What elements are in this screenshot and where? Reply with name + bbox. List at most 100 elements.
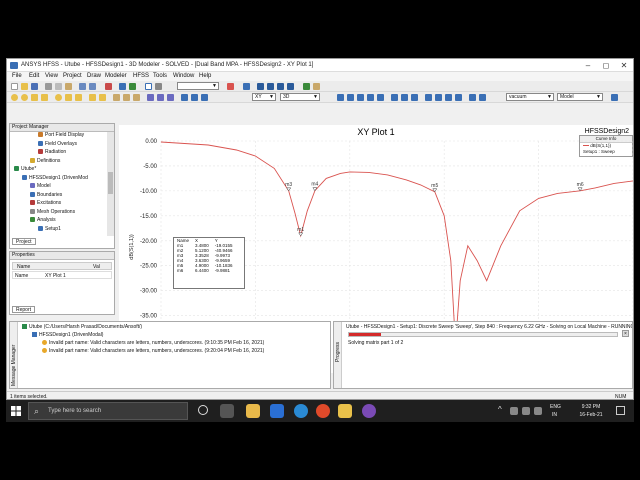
toggle-grid-icon[interactable] — [391, 94, 398, 101]
fields-icon[interactable] — [243, 83, 250, 90]
tree-item[interactable]: Definitions — [10, 158, 60, 165]
cortana-icon[interactable] — [198, 405, 208, 415]
visibility-icon[interactable] — [445, 94, 452, 101]
tree-item[interactable]: HFSSDesign1 (DrivenMod — [10, 175, 88, 182]
task-view-icon[interactable] — [220, 404, 234, 418]
tree-item[interactable]: Mesh Operations — [10, 209, 75, 216]
draw-helix-icon[interactable] — [113, 94, 120, 101]
tree-item[interactable]: Boundaries — [10, 192, 62, 199]
marker-table[interactable]: Name X Ym1 3.4800 -19.0155 m2 5.1200 -40.9466 m3… — [173, 237, 245, 289]
tab-project[interactable]: Project — [12, 238, 36, 245]
copy-icon[interactable] — [55, 83, 62, 90]
minimize-button[interactable]: – — [579, 60, 597, 71]
toolbar-dropdown-1[interactable]: ▼ — [177, 82, 219, 90]
message-item[interactable]: Invalid part name: Valid characters are … — [42, 340, 264, 346]
battery-icon[interactable] — [534, 407, 542, 415]
intersect-icon[interactable] — [167, 94, 174, 101]
marker-table-row[interactable]: m6 6.4400 -9.9881 — [174, 268, 236, 273]
sweep-icon[interactable] — [191, 94, 198, 101]
draw-cylinder-icon[interactable] — [21, 94, 28, 101]
redo-icon[interactable] — [89, 83, 96, 90]
fit-view-icon[interactable] — [367, 94, 374, 101]
ansys-taskbar-icon[interactable] — [362, 404, 376, 418]
material-icon[interactable] — [479, 94, 486, 101]
draw-line-icon[interactable] — [89, 94, 96, 101]
project-tree-scrollbar[interactable] — [107, 132, 114, 236]
menu-draw[interactable]: Draw — [87, 73, 101, 79]
tab-report[interactable]: Report — [12, 306, 36, 313]
draw-rectangle-icon[interactable] — [41, 94, 48, 101]
menu-edit[interactable]: Edit — [29, 73, 39, 79]
toolbar-extra-icon[interactable] — [611, 94, 618, 101]
draw-ellipse-icon[interactable] — [75, 94, 82, 101]
orient-icon[interactable] — [377, 94, 384, 101]
analyze-icon[interactable] — [129, 83, 136, 90]
draw-sphere-icon[interactable] — [31, 94, 38, 101]
language-indicator[interactable]: ENG — [550, 404, 561, 410]
draw-polygon-icon[interactable] — [65, 94, 72, 101]
zoom-in-icon[interactable] — [287, 83, 294, 90]
rotate-view-icon[interactable] — [337, 94, 344, 101]
new-file-icon[interactable] — [11, 83, 18, 90]
measure-icon[interactable] — [201, 94, 208, 101]
close-button[interactable]: ✕ — [615, 60, 633, 71]
maximize-button[interactable]: ◻ — [597, 60, 615, 71]
draw-circle-icon[interactable] — [55, 94, 62, 101]
view-select[interactable]: 3D ▼ — [280, 93, 320, 101]
mail-icon[interactable] — [270, 404, 284, 418]
tray-chevron-icon[interactable]: ^ — [498, 405, 502, 414]
message-item[interactable]: Invalid part name: Valid characters are … — [42, 348, 264, 354]
taskbar-search-box[interactable]: ⌕ Type here to search — [28, 402, 188, 420]
draw-spline-icon[interactable] — [99, 94, 106, 101]
tree-item[interactable]: Model — [10, 183, 51, 190]
tree-item[interactable]: Utube* — [10, 166, 36, 173]
color-icon[interactable] — [455, 94, 462, 101]
menu-tools[interactable]: Tools — [153, 73, 167, 79]
render-icon[interactable] — [401, 94, 408, 101]
draw-cone-icon[interactable] — [133, 94, 140, 101]
cut-icon[interactable] — [45, 83, 52, 90]
tree-item[interactable]: Field Overlays — [10, 141, 77, 148]
rotate-icon[interactable] — [257, 83, 264, 90]
unite-icon[interactable] — [147, 94, 154, 101]
save-icon[interactable] — [31, 83, 38, 90]
mode-select[interactable]: Model ▼ — [557, 93, 603, 101]
draw-torus-icon[interactable] — [123, 94, 130, 101]
zoom-icon[interactable] — [267, 83, 274, 90]
report-icon[interactable] — [227, 83, 234, 90]
draw-box-icon[interactable] — [11, 94, 18, 101]
scrollbar-thumb[interactable] — [108, 172, 113, 194]
pan-view-icon[interactable] — [347, 94, 354, 101]
delete-icon[interactable] — [105, 83, 112, 90]
menu-modeler[interactable]: Modeler — [105, 73, 127, 79]
material-select[interactable]: vacuum ▼ — [506, 93, 554, 101]
menu-project[interactable]: Project — [63, 73, 82, 79]
windows-start-icon[interactable] — [11, 406, 21, 416]
validate-icon[interactable] — [119, 83, 126, 90]
tree-item[interactable]: Radiation — [10, 149, 66, 156]
menu-help[interactable]: Help — [199, 73, 211, 79]
message-root[interactable]: Utube (C:/Users/Harsh Prasad/Documents/A… — [22, 324, 142, 330]
edge-icon[interactable] — [294, 404, 308, 418]
abort-icon[interactable]: × — [622, 330, 629, 337]
menu-hfss[interactable]: HFSS — [133, 73, 149, 79]
wireframe-icon[interactable] — [411, 94, 418, 101]
pan-icon[interactable] — [155, 83, 162, 90]
plane-select[interactable]: XY ▼ — [252, 93, 276, 101]
paste-icon[interactable] — [65, 83, 72, 90]
fit-all-icon[interactable] — [277, 83, 284, 90]
transparency-icon[interactable] — [469, 94, 476, 101]
open-folder-icon[interactable] — [21, 83, 28, 90]
notification-icon[interactable] — [616, 406, 625, 415]
file-explorer-icon[interactable] — [246, 404, 260, 418]
subtract-icon[interactable] — [157, 94, 164, 101]
chrome-icon[interactable] — [316, 404, 330, 418]
message-design[interactable]: HFSSDesign1 (DrivenModal) — [32, 332, 103, 338]
clock-time[interactable]: 9:32 PM — [572, 404, 610, 410]
select-icon[interactable] — [145, 83, 152, 90]
menu-window[interactable]: Window — [173, 73, 194, 79]
hide-icon[interactable] — [425, 94, 432, 101]
volume-icon[interactable] — [522, 407, 530, 415]
grid-icon[interactable] — [313, 83, 320, 90]
network-icon[interactable] — [510, 407, 518, 415]
